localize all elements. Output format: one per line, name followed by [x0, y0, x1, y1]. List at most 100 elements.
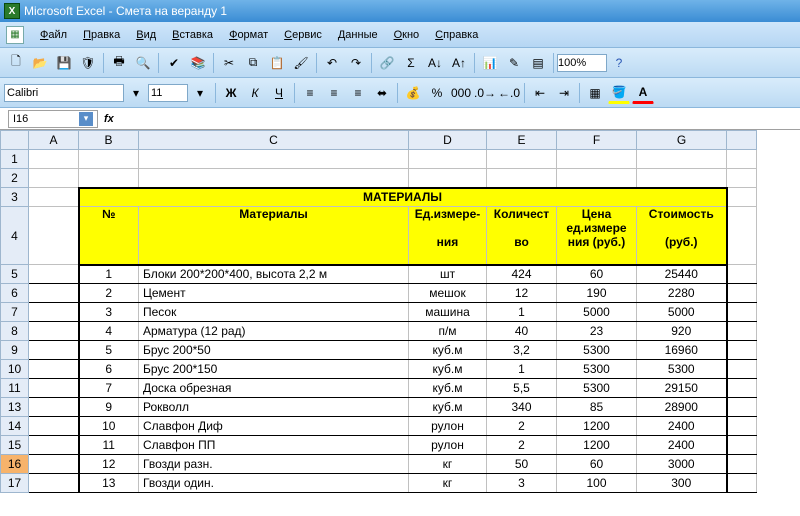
cell[interactable]	[29, 455, 79, 474]
sort-asc-icon[interactable]: A↓	[424, 52, 446, 74]
spellcheck-icon[interactable]: ✔	[163, 52, 185, 74]
cell[interactable]	[727, 436, 757, 455]
cell-num[interactable]: 4	[79, 322, 139, 341]
open-icon[interactable]: 📂	[29, 52, 51, 74]
cell[interactable]	[29, 341, 79, 360]
cell-unit[interactable]: куб.м	[409, 360, 487, 379]
cell-material[interactable]: Славфон Диф	[139, 417, 409, 436]
cell-num[interactable]: 13	[79, 474, 139, 493]
row-header[interactable]: 10	[1, 360, 29, 379]
cell-num[interactable]: 10	[79, 417, 139, 436]
cell-price[interactable]: 5300	[557, 379, 637, 398]
col-header[interactable]: A	[29, 131, 79, 150]
menu-окно[interactable]: Окно	[386, 26, 428, 44]
cell-material[interactable]: Брус 200*50	[139, 341, 409, 360]
new-icon[interactable]: 🗋	[5, 52, 27, 74]
cell-num[interactable]: 7	[79, 379, 139, 398]
cell[interactable]	[727, 169, 757, 188]
row-header[interactable]: 1	[1, 150, 29, 169]
row-header[interactable]: 9	[1, 341, 29, 360]
autosum-icon[interactable]: Σ	[400, 52, 422, 74]
row-header[interactable]: 3	[1, 188, 29, 207]
cell-cost[interactable]: 2280	[637, 284, 727, 303]
cell-qty[interactable]: 40	[487, 322, 557, 341]
cell-price[interactable]: 60	[557, 265, 637, 284]
cell[interactable]	[727, 455, 757, 474]
menu-справка[interactable]: Справка	[427, 26, 486, 44]
increase-indent-icon[interactable]: ⇥	[553, 82, 575, 104]
redo-icon[interactable]: ↷	[345, 52, 367, 74]
select-all-corner[interactable]	[1, 131, 29, 150]
row-header[interactable]: 11	[1, 379, 29, 398]
cell[interactable]	[139, 169, 409, 188]
merge-center-icon[interactable]: ⬌	[371, 82, 393, 104]
cell-price[interactable]: 23	[557, 322, 637, 341]
cell-unit[interactable]: рулон	[409, 417, 487, 436]
cell-price[interactable]: 60	[557, 455, 637, 474]
cell[interactable]	[487, 169, 557, 188]
hdr-qty[interactable]: Количество	[487, 207, 557, 265]
row-header[interactable]: 15	[1, 436, 29, 455]
cell-qty[interactable]: 12	[487, 284, 557, 303]
cell-cost[interactable]: 29150	[637, 379, 727, 398]
drawing-icon[interactable]: ✎	[503, 52, 525, 74]
row-header[interactable]: 8	[1, 322, 29, 341]
hdr-cost[interactable]: Стоимость(руб.)	[637, 207, 727, 265]
cell[interactable]	[29, 150, 79, 169]
col-header[interactable]: B	[79, 131, 139, 150]
cell-material[interactable]: Песок	[139, 303, 409, 322]
cell-unit[interactable]: п/м	[409, 322, 487, 341]
menu-сервис[interactable]: Сервис	[276, 26, 330, 44]
row-header[interactable]: 6	[1, 284, 29, 303]
underline-icon[interactable]: Ч	[268, 82, 290, 104]
increase-decimal-icon[interactable]: .0→	[474, 82, 496, 104]
cell-unit[interactable]: шт	[409, 265, 487, 284]
cell-num[interactable]: 2	[79, 284, 139, 303]
cell[interactable]	[29, 322, 79, 341]
cut-icon[interactable]: ✂	[218, 52, 240, 74]
chevron-down-icon[interactable]: ▾	[79, 112, 93, 126]
hdr-price[interactable]: Ценаед.измерения (руб.)	[557, 207, 637, 265]
cell[interactable]	[139, 150, 409, 169]
cell[interactable]	[727, 303, 757, 322]
cell[interactable]	[637, 169, 727, 188]
menu-правка[interactable]: Правка	[75, 26, 128, 44]
cell[interactable]	[29, 436, 79, 455]
cell[interactable]	[727, 207, 757, 265]
permission-icon[interactable]: 🛡	[77, 52, 99, 74]
row-header[interactable]: 5	[1, 265, 29, 284]
section-title[interactable]: МАТЕРИАЛЫ	[79, 188, 727, 207]
menu-вставка[interactable]: Вставка	[164, 26, 221, 44]
cell-unit[interactable]: куб.м	[409, 341, 487, 360]
cell-material[interactable]: Гвозди разн.	[139, 455, 409, 474]
sort-desc-icon[interactable]: A↑	[448, 52, 470, 74]
col-header[interactable]: G	[637, 131, 727, 150]
menu-формат[interactable]: Формат	[221, 26, 276, 44]
pivot-icon[interactable]: ▤	[527, 52, 549, 74]
menu-файл[interactable]: Файл	[32, 26, 75, 44]
cell-num[interactable]: 3	[79, 303, 139, 322]
currency-icon[interactable]: 💰	[402, 82, 424, 104]
save-icon[interactable]: 💾	[53, 52, 75, 74]
cell-unit[interactable]: рулон	[409, 436, 487, 455]
cell-material[interactable]: Брус 200*150	[139, 360, 409, 379]
cell-material[interactable]: Рокволл	[139, 398, 409, 417]
copy-icon[interactable]: ⧉	[242, 52, 264, 74]
dropdown-icon[interactable]: ▾	[125, 82, 147, 104]
cell-material[interactable]: Блоки 200*200*400, высота 2,2 м	[139, 265, 409, 284]
cell-unit[interactable]: машина	[409, 303, 487, 322]
cell[interactable]	[29, 265, 79, 284]
cell-material[interactable]: Цемент	[139, 284, 409, 303]
cell-price[interactable]: 190	[557, 284, 637, 303]
row-header[interactable]: 13	[1, 398, 29, 417]
cell-price[interactable]: 1200	[557, 417, 637, 436]
cell[interactable]	[727, 398, 757, 417]
cell-qty[interactable]: 2	[487, 417, 557, 436]
cell[interactable]	[29, 379, 79, 398]
cell-material[interactable]: Славфон ПП	[139, 436, 409, 455]
cell-qty[interactable]: 3	[487, 474, 557, 493]
comma-icon[interactable]: 000	[450, 82, 472, 104]
col-header[interactable]: E	[487, 131, 557, 150]
cell-cost[interactable]: 2400	[637, 436, 727, 455]
document-icon[interactable]: ▦	[6, 26, 24, 44]
